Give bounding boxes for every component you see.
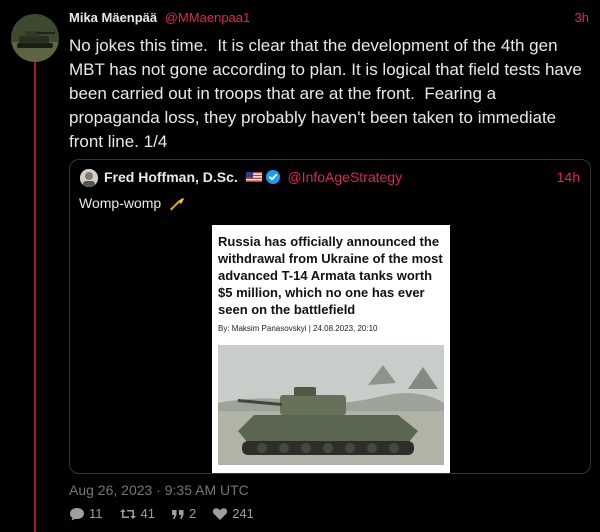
trumpet-emoji-icon <box>170 198 185 211</box>
quote-text: Womp-womp <box>79 195 162 211</box>
quote-icon <box>171 509 184 519</box>
reply-icon <box>70 507 84 520</box>
quote-tweets-button[interactable]: 2 <box>171 506 196 521</box>
quote-avatar[interactable] <box>80 169 98 187</box>
tweet-text: No jokes this time. It is clear that the… <box>69 36 587 151</box>
quote-author-handle[interactable]: @InfoAgeStrategy <box>287 169 402 185</box>
author-handle[interactable]: @MMaenpaa1 <box>165 10 250 25</box>
retweet-button[interactable]: 41 <box>119 506 155 521</box>
tank-illustration <box>218 345 444 465</box>
tank-photo <box>218 345 444 465</box>
quoted-tweet[interactable]: Fred Hoffman, D.Sc. @InfoAgeStrategy 14h… <box>69 159 591 474</box>
like-count: 241 <box>232 506 254 521</box>
tweet-time[interactable]: 3h <box>575 10 589 25</box>
tweet-timestamp[interactable]: Aug 26, 2023 · 9:35 AM UTC <box>69 482 249 498</box>
quote-author-name[interactable]: Fred Hoffman, D.Sc. <box>104 169 238 185</box>
avatar[interactable] <box>11 14 59 62</box>
quote-count: 2 <box>188 506 197 521</box>
like-button[interactable]: 241 <box>212 506 254 521</box>
quote-header: Fred Hoffman, D.Sc. @InfoAgeStrategy 14h <box>104 169 580 187</box>
retweet-count: 41 <box>140 506 155 521</box>
reply-button[interactable]: 11 <box>69 506 103 521</box>
reply-count: 11 <box>89 506 103 521</box>
author-name[interactable]: Mika Mäenpää <box>69 10 157 25</box>
article-byline: By: Maksim Panasovskyi | 24.08.2023, 20:… <box>218 324 378 333</box>
thread-line <box>34 62 36 532</box>
action-bar: 11 41 2 241 <box>69 506 254 521</box>
article-title: Russia has officially announced the with… <box>218 234 443 317</box>
quote-avatar-image <box>80 169 98 187</box>
verified-badge-icon <box>265 170 280 185</box>
quote-time[interactable]: 14h <box>557 169 580 185</box>
retweet-icon <box>119 508 136 519</box>
heart-icon <box>213 507 228 520</box>
quote-text-row: Womp-womp <box>79 195 185 211</box>
us-flag-icon <box>245 172 262 183</box>
avatar-tank-image <box>11 14 59 62</box>
article-image[interactable]: Russia has officially announced the with… <box>212 225 450 473</box>
tweet-header: Mika Mäenpää @MMaenpaa1 3h <box>69 10 589 30</box>
